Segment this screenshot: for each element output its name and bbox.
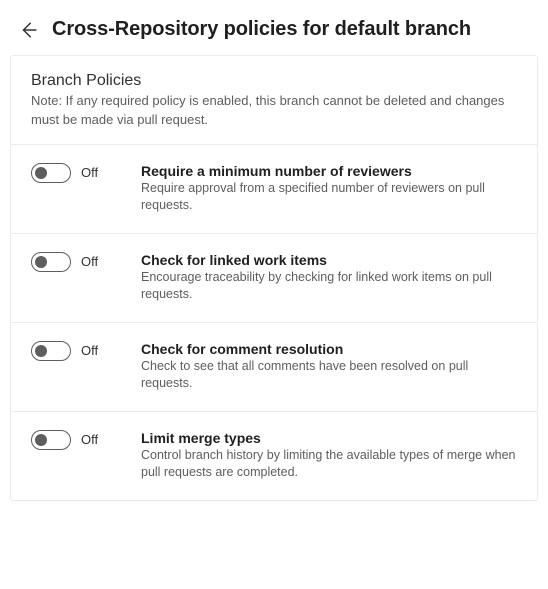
policy-row-min-reviewers: Off Require a minimum number of reviewer… xyxy=(11,144,537,233)
toggle-limit-merge-types[interactable] xyxy=(31,430,71,450)
toggle-wrap: Off xyxy=(31,163,127,183)
policy-text: Require a minimum number of reviewers Re… xyxy=(141,163,517,215)
toggle-knob xyxy=(35,256,47,268)
policy-row-limit-merge-types: Off Limit merge types Control branch his… xyxy=(11,411,537,500)
back-button[interactable] xyxy=(18,20,38,40)
policy-title: Check for comment resolution xyxy=(141,341,517,357)
toggle-state-label: Off xyxy=(81,254,98,269)
policy-text: Check for comment resolution Check to se… xyxy=(141,341,517,393)
toggle-wrap: Off xyxy=(31,341,127,361)
policy-desc: Check to see that all comments have been… xyxy=(141,358,517,393)
toggle-linked-work-items[interactable] xyxy=(31,252,71,272)
policy-text: Limit merge types Control branch history… xyxy=(141,430,517,482)
page-header: Cross-Repository policies for default br… xyxy=(0,0,548,55)
policy-desc: Control branch history by limiting the a… xyxy=(141,447,517,482)
policy-title: Limit merge types xyxy=(141,430,517,446)
arrow-left-icon xyxy=(19,21,37,39)
toggle-state-label: Off xyxy=(81,165,98,180)
toggle-wrap: Off xyxy=(31,252,127,272)
toggle-state-label: Off xyxy=(81,432,98,447)
toggle-knob xyxy=(35,345,47,357)
branch-policies-card: Branch Policies Note: If any required po… xyxy=(10,55,538,501)
policy-text: Check for linked work items Encourage tr… xyxy=(141,252,517,304)
policy-desc: Encourage traceability by checking for l… xyxy=(141,269,517,304)
toggle-wrap: Off xyxy=(31,430,127,450)
card-intro: Branch Policies Note: If any required po… xyxy=(11,56,537,144)
toggle-comment-resolution[interactable] xyxy=(31,341,71,361)
card-title: Branch Policies xyxy=(31,72,517,90)
policy-desc: Require approval from a specified number… xyxy=(141,180,517,215)
page-title: Cross-Repository policies for default br… xyxy=(52,18,471,41)
policy-row-linked-work-items: Off Check for linked work items Encourag… xyxy=(11,233,537,322)
toggle-state-label: Off xyxy=(81,343,98,358)
toggle-knob xyxy=(35,167,47,179)
policy-row-comment-resolution: Off Check for comment resolution Check t… xyxy=(11,322,537,411)
policy-title: Check for linked work items xyxy=(141,252,517,268)
toggle-knob xyxy=(35,434,47,446)
card-note: Note: If any required policy is enabled,… xyxy=(31,92,517,130)
policy-title: Require a minimum number of reviewers xyxy=(141,163,517,179)
toggle-min-reviewers[interactable] xyxy=(31,163,71,183)
